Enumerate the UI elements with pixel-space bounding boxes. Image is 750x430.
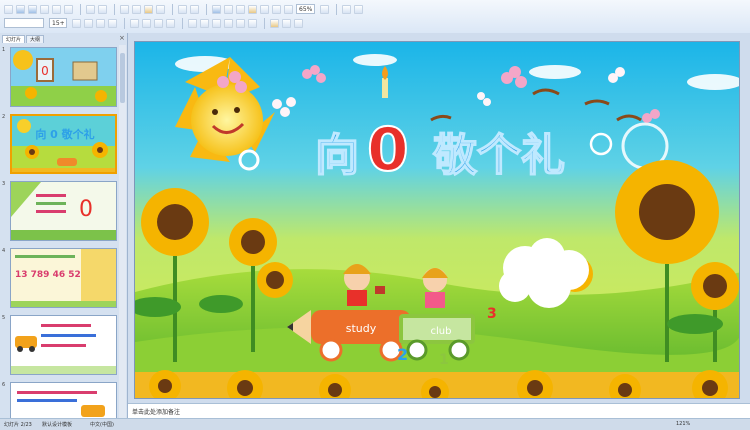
design-icon[interactable] [282,18,291,28]
toolbar: 65% 15+ [0,0,750,34]
spelling-icon[interactable] [86,4,95,14]
close-pane-icon[interactable]: × [119,34,125,42]
show-formatting-icon[interactable] [272,4,281,14]
copy-icon[interactable] [132,4,141,14]
paste-icon[interactable] [144,4,153,14]
current-slide[interactable]: 向 0 敬个礼 study club 2 1 3 [134,41,740,399]
chart-icon[interactable] [212,4,221,14]
decrease-indent-icon[interactable] [236,18,245,28]
numbering-icon[interactable] [188,18,197,28]
thumb-number: 6 [2,382,6,388]
font-size-up-icon[interactable] [354,4,364,14]
pane-tabs: 幻灯片 大纲 [2,35,45,43]
slide-title-digit: 0 [367,115,409,185]
thumbnail-scrollbar[interactable] [119,45,126,418]
scrollbar-thumb[interactable] [120,53,125,103]
slides-pane: 幻灯片 大纲 × 1 0 2 向 0 敬个礼 3 0 4 13 789 46 5… [0,33,128,418]
slide-thumbnail-3[interactable]: 0 [10,181,117,241]
expand-all-icon[interactable] [260,4,269,14]
align-left-icon[interactable] [130,18,139,28]
cut-icon[interactable] [120,4,129,14]
slide-thumbnail-4[interactable]: 13 789 46 52 [10,248,117,308]
slide-thumbnail-5[interactable] [10,315,117,375]
center-icon[interactable] [142,18,151,28]
shadow-icon[interactable] [108,18,117,28]
undo-icon[interactable] [178,4,187,14]
font-size-box[interactable]: 15+ [49,18,67,28]
increase-indent-icon[interactable] [248,18,257,28]
open-icon[interactable] [16,4,25,14]
align-right-icon[interactable] [154,18,163,28]
zoom-box[interactable]: 65% [296,4,316,14]
status-theme: 默认设计模板 [42,422,73,428]
print-preview-icon[interactable] [64,4,73,14]
italic-icon[interactable] [84,18,93,28]
save-icon[interactable] [28,4,37,14]
svg-text:0: 0 [41,64,49,78]
slide-thumbnail-2[interactable]: 向 0 敬个礼 [10,114,117,174]
status-slide-count: 幻灯片 2/23 [4,422,32,428]
status-language: 中文(中国) [90,422,114,428]
slide-thumbnail-6[interactable] [10,382,117,418]
toolbar-row-standard: 65% [4,3,365,15]
svg-text:0: 0 [79,197,93,222]
permission-icon[interactable] [40,4,49,14]
status-bar: 幻灯片 2/23 默认设计模板 中文(中国) 121% [0,418,750,430]
bold-icon[interactable] [72,18,81,28]
thumb-title: 向 0 敬个礼 [35,127,94,141]
hyperlink-icon[interactable] [248,4,257,14]
study-tag: study [346,322,377,335]
bullets-icon[interactable] [200,18,209,28]
slide-title-right: 敬个礼 [432,130,565,181]
decrease-font-icon[interactable] [224,18,233,28]
redo-icon[interactable] [190,4,199,14]
font-name-box[interactable] [4,18,44,28]
notes-pane[interactable]: 单击此处添加备注 [128,403,750,419]
number-1: 1 [439,352,449,368]
number-2: 2 [397,345,408,364]
thumb-number: 2 [2,114,6,120]
table-icon[interactable] [224,4,233,14]
thumb-number: 1 [2,47,6,53]
slide-thumbnail-1[interactable]: 0 [10,47,117,107]
print-icon[interactable] [52,4,61,14]
number-3: 3 [487,306,497,322]
club-tag: club [431,326,452,337]
tables-borders-icon[interactable] [236,4,245,14]
tab-slides[interactable]: 幻灯片 [2,35,26,43]
new-slide-icon[interactable] [294,18,303,28]
underline-icon[interactable] [96,18,105,28]
thumb-numbers: 13 789 46 52 [15,270,81,280]
slide-thumbnails: 1 0 2 向 0 敬个礼 3 0 4 13 789 46 52 5 6 [0,45,127,418]
distribute-icon[interactable] [166,18,175,28]
thumb-number: 5 [2,315,6,321]
slide-editing-area: 向 0 敬个礼 study club 2 1 3 [128,33,750,403]
new-icon[interactable] [4,4,13,14]
thumb-number: 3 [2,181,6,187]
sunflower-row [135,370,739,398]
notes-placeholder: 单击此处添加备注 [132,409,181,416]
slide-title-left: 向 [315,130,359,181]
font-color-a-icon[interactable] [270,18,279,28]
grayscale-icon[interactable] [284,4,293,14]
format-painter-icon[interactable] [156,4,165,14]
font-color-icon[interactable] [342,4,352,14]
tab-outline[interactable]: 大纲 [26,35,45,43]
help-icon[interactable] [320,4,330,14]
toolbar-row-formatting: 15+ [4,17,305,29]
thumb-number: 4 [2,248,6,254]
status-zoom[interactable]: 121% [676,421,690,427]
increase-font-icon[interactable] [212,18,221,28]
research-icon[interactable] [98,4,107,14]
